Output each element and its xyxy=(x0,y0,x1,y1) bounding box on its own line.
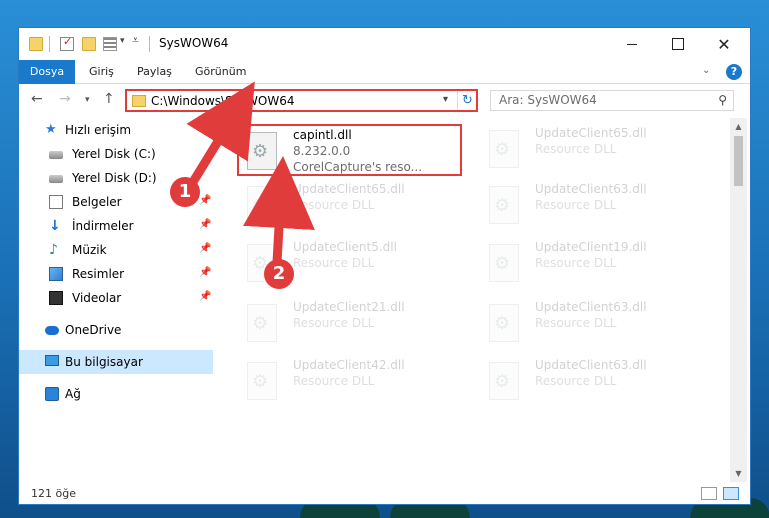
arrow-1 xyxy=(186,81,255,185)
annotation-arrows xyxy=(186,81,315,263)
step-2-badge: 2 xyxy=(264,259,294,289)
step-1-badge: 1 xyxy=(170,177,200,207)
arrow-2 xyxy=(243,156,315,263)
